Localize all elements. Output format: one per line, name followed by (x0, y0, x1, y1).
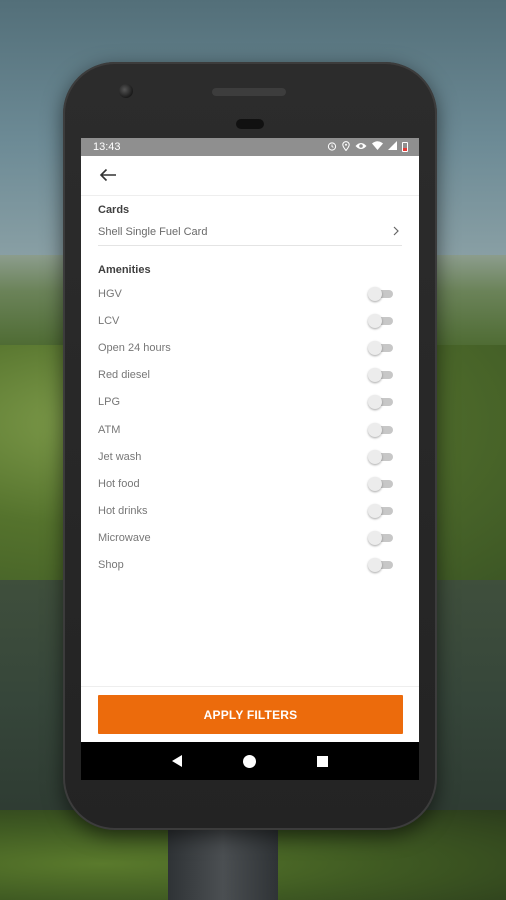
amenity-toggle[interactable] (368, 286, 394, 301)
nav-home-icon[interactable] (242, 754, 256, 768)
toggle-knob (368, 531, 382, 546)
cards-selected-value: Shell Single Fuel Card (98, 225, 208, 238)
amenities-section-label: Amenities (98, 264, 151, 276)
status-icons (327, 140, 408, 154)
back-arrow-icon[interactable] (99, 166, 117, 186)
amenity-row[interactable]: ATM (98, 416, 402, 443)
filters-content: Cards Shell Single Fuel Card Amenities H… (81, 196, 419, 579)
amenity-row[interactable]: Hot drinks (98, 498, 402, 525)
screen: 13:43 Cards Shell Single Fuel Card Ameni… (81, 138, 419, 742)
amenity-row[interactable]: Hot food (98, 470, 402, 497)
eye-icon (355, 141, 367, 154)
earpiece-speaker (212, 88, 286, 96)
amenity-row[interactable]: LPG (98, 389, 402, 416)
amenity-toggle[interactable] (368, 422, 394, 437)
amenity-toggle[interactable] (368, 395, 394, 410)
amenity-toggle[interactable] (368, 449, 394, 464)
amenity-label: Red diesel (98, 369, 150, 382)
amenity-toggle[interactable] (368, 504, 394, 519)
app-bar (81, 156, 419, 196)
toggle-knob (368, 504, 382, 519)
toggle-knob (368, 476, 382, 491)
proximity-sensor (236, 119, 264, 129)
signal-icon (388, 141, 397, 153)
battery-low-icon (402, 142, 408, 152)
toggle-knob (368, 422, 382, 437)
toggle-knob (368, 368, 382, 383)
front-camera (119, 84, 133, 98)
toggle-knob (368, 395, 382, 410)
amenity-row[interactable]: Jet wash (98, 443, 402, 470)
toggle-knob (368, 313, 382, 328)
amenity-row[interactable]: Open 24 hours (98, 334, 402, 361)
status-time: 13:43 (93, 141, 121, 153)
amenity-row[interactable]: HGV (98, 280, 402, 307)
background-road (168, 828, 278, 900)
apply-filters-button[interactable]: APPLY FILTERS (98, 695, 403, 734)
navigation-bar (81, 742, 419, 780)
amenity-row[interactable]: Shop (98, 552, 402, 579)
amenity-label: LPG (98, 396, 121, 409)
cards-section-label: Cards (98, 204, 130, 216)
amenity-row[interactable]: Microwave (98, 525, 402, 552)
amenity-toggle[interactable] (368, 368, 394, 383)
amenity-label: Shop (98, 559, 124, 572)
amenity-toggle[interactable] (368, 531, 394, 546)
toggle-knob (368, 286, 382, 301)
alarm-icon (327, 141, 337, 154)
amenity-toggle[interactable] (368, 558, 394, 573)
nav-back-icon[interactable] (171, 755, 182, 767)
bottom-action-area: APPLY FILTERS (81, 686, 419, 742)
amenity-label: Hot food (98, 477, 140, 490)
amenity-toggle[interactable] (368, 313, 394, 328)
phone-frame: 13:43 Cards Shell Single Fuel Card Ameni… (63, 62, 437, 830)
amenity-label: ATM (98, 423, 121, 436)
amenity-label: Open 24 hours (98, 341, 171, 354)
toggle-knob (368, 558, 382, 573)
toggle-knob (368, 340, 382, 355)
amenity-list: HGV LCV Open 24 hours Red diesel LPG ATM Jet w… (98, 280, 402, 579)
status-bar: 13:43 (81, 138, 419, 156)
chevron-right-icon (393, 224, 402, 239)
location-icon (342, 140, 350, 154)
amenity-label: LCV (98, 314, 120, 327)
wifi-icon (372, 141, 383, 153)
amenity-label: Jet wash (98, 450, 142, 463)
amenity-label: HGV (98, 287, 122, 300)
amenity-toggle[interactable] (368, 476, 394, 491)
amenity-label: Microwave (98, 532, 151, 545)
nav-recents-icon[interactable] (317, 755, 329, 767)
amenity-label: Hot drinks (98, 505, 148, 518)
amenity-row[interactable]: LCV (98, 307, 402, 334)
cards-selector[interactable]: Shell Single Fuel Card (98, 216, 402, 246)
amenity-toggle[interactable] (368, 340, 394, 355)
toggle-knob (368, 449, 382, 464)
amenity-row[interactable]: Red diesel (98, 362, 402, 389)
